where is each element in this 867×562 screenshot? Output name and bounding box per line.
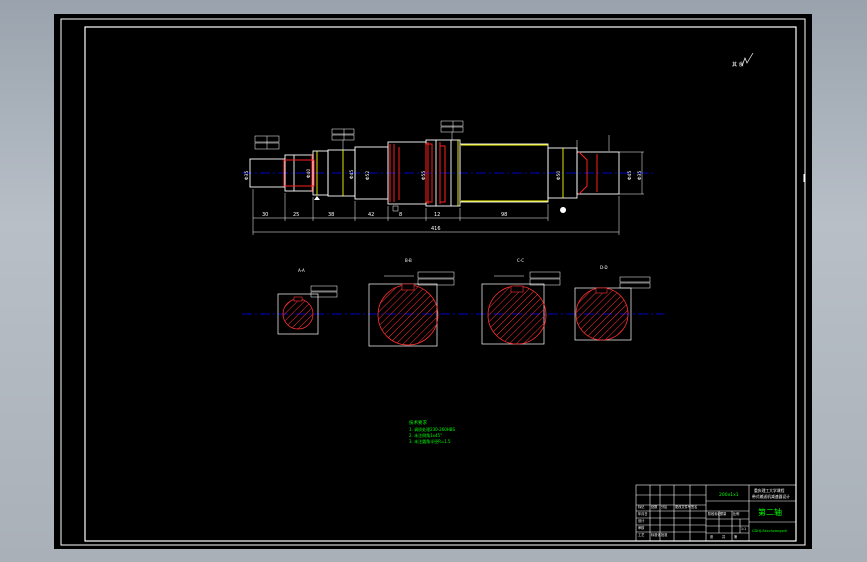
tb-bottom-left-1: 张	[710, 534, 714, 539]
dim-seg-5: 8	[399, 212, 402, 218]
tb-cell-2: 处数	[651, 504, 658, 509]
tb-cell-8: 审核	[638, 525, 645, 530]
tb-cell-5: 签名	[691, 504, 697, 509]
dim-overall-length: 416	[431, 226, 441, 232]
tb-bottom-left-2: 共	[722, 534, 726, 539]
dia-label-4: Φ52	[365, 171, 371, 180]
section-label-d: D-D	[600, 265, 608, 270]
roughness-symbol-icon	[741, 52, 754, 67]
title-part-name: 第二轴	[758, 507, 782, 517]
dim-seg-1: 30	[262, 212, 268, 218]
tb-cell-7: 设计	[638, 518, 645, 523]
title-drawing-number: CDHJ-Secchzongzdi	[752, 529, 787, 533]
section-view-d: D-D	[574, 265, 651, 341]
corner-roughness-label: 其 余	[732, 61, 744, 68]
inner-frame	[84, 26, 797, 542]
tb-cell-13: 重量	[720, 511, 727, 516]
section-label-a: A-A	[298, 268, 305, 273]
title-scale: 200x1x1	[719, 492, 739, 498]
dim-seg-7: 98	[501, 212, 507, 218]
outer-frame	[60, 18, 806, 546]
dim-seg-2: 25	[293, 212, 299, 218]
tb-cell-10: 标准化	[651, 532, 661, 537]
cad-drawing-canvas[interactable]: 其 余 30 25 38 42 8 12 98 416 Φ35 Φ40 Φ45 …	[54, 14, 812, 549]
dim-seg-4: 42	[368, 212, 374, 218]
dim-seg-3: 38	[328, 212, 334, 218]
section-view-b: B-B	[368, 258, 455, 347]
shaft-drawing: 其 余 30 25 38 42 8 12 98 416 Φ35 Φ40 Φ45 …	[60, 18, 806, 546]
tb-cell-9: 工艺	[638, 532, 644, 537]
section-view-c: C-C	[481, 258, 561, 345]
dim-seg-6: 12	[434, 212, 440, 218]
tech-req-title: 技术要求	[409, 419, 427, 426]
dia-label-7: Φ45	[627, 171, 633, 180]
title-school-2: 带式输送机减速器设计	[752, 494, 790, 499]
tb-cell-11: 批准	[661, 532, 668, 537]
tech-req-item-3: 3. 未注圆角半径R=1.5	[409, 438, 451, 444]
section-label-b: B-B	[405, 258, 412, 263]
title-school-1: 重庆理工大学课程	[754, 488, 785, 493]
dia-label-6: Φ50	[556, 171, 562, 180]
tb-cell-14: 比例	[733, 511, 739, 516]
tb-cell-1: 标记	[638, 504, 645, 509]
section-label-c: C-C	[517, 258, 524, 263]
tb-cell-4: 更改文件号	[675, 504, 691, 509]
tb-scale-value: 1:1	[741, 527, 746, 531]
tb-cell-3: 分区	[661, 504, 668, 509]
tb-cell-6: 年月日	[638, 511, 648, 516]
dia-label-1: Φ35	[244, 171, 250, 180]
main-shaft-view: 30 25 38 42 8 12 98 416 Φ35 Φ40 Φ45 Φ52 …	[242, 120, 654, 235]
tech-req-item-2: 2. 未注倒角1x45°	[409, 432, 442, 438]
dia-label-5: Φ55	[421, 171, 427, 180]
section-view-a: A-A	[277, 268, 338, 335]
tech-req-item-1: 1. 调质处理230-260HBS	[409, 426, 455, 432]
dia-label-2: Φ40	[306, 169, 312, 178]
tb-bottom-left-3: 第	[734, 534, 738, 539]
title-block-text: 200x1x1 重庆理工大学课程 带式输送机减速器设计 第二轴 CDHJ-Sec…	[638, 488, 790, 539]
dia-label-3: Φ45	[349, 170, 355, 179]
tech-requirements: 技术要求 1. 调质处理230-260HBS 2. 未注倒角1x45° 3. 未…	[409, 419, 455, 444]
